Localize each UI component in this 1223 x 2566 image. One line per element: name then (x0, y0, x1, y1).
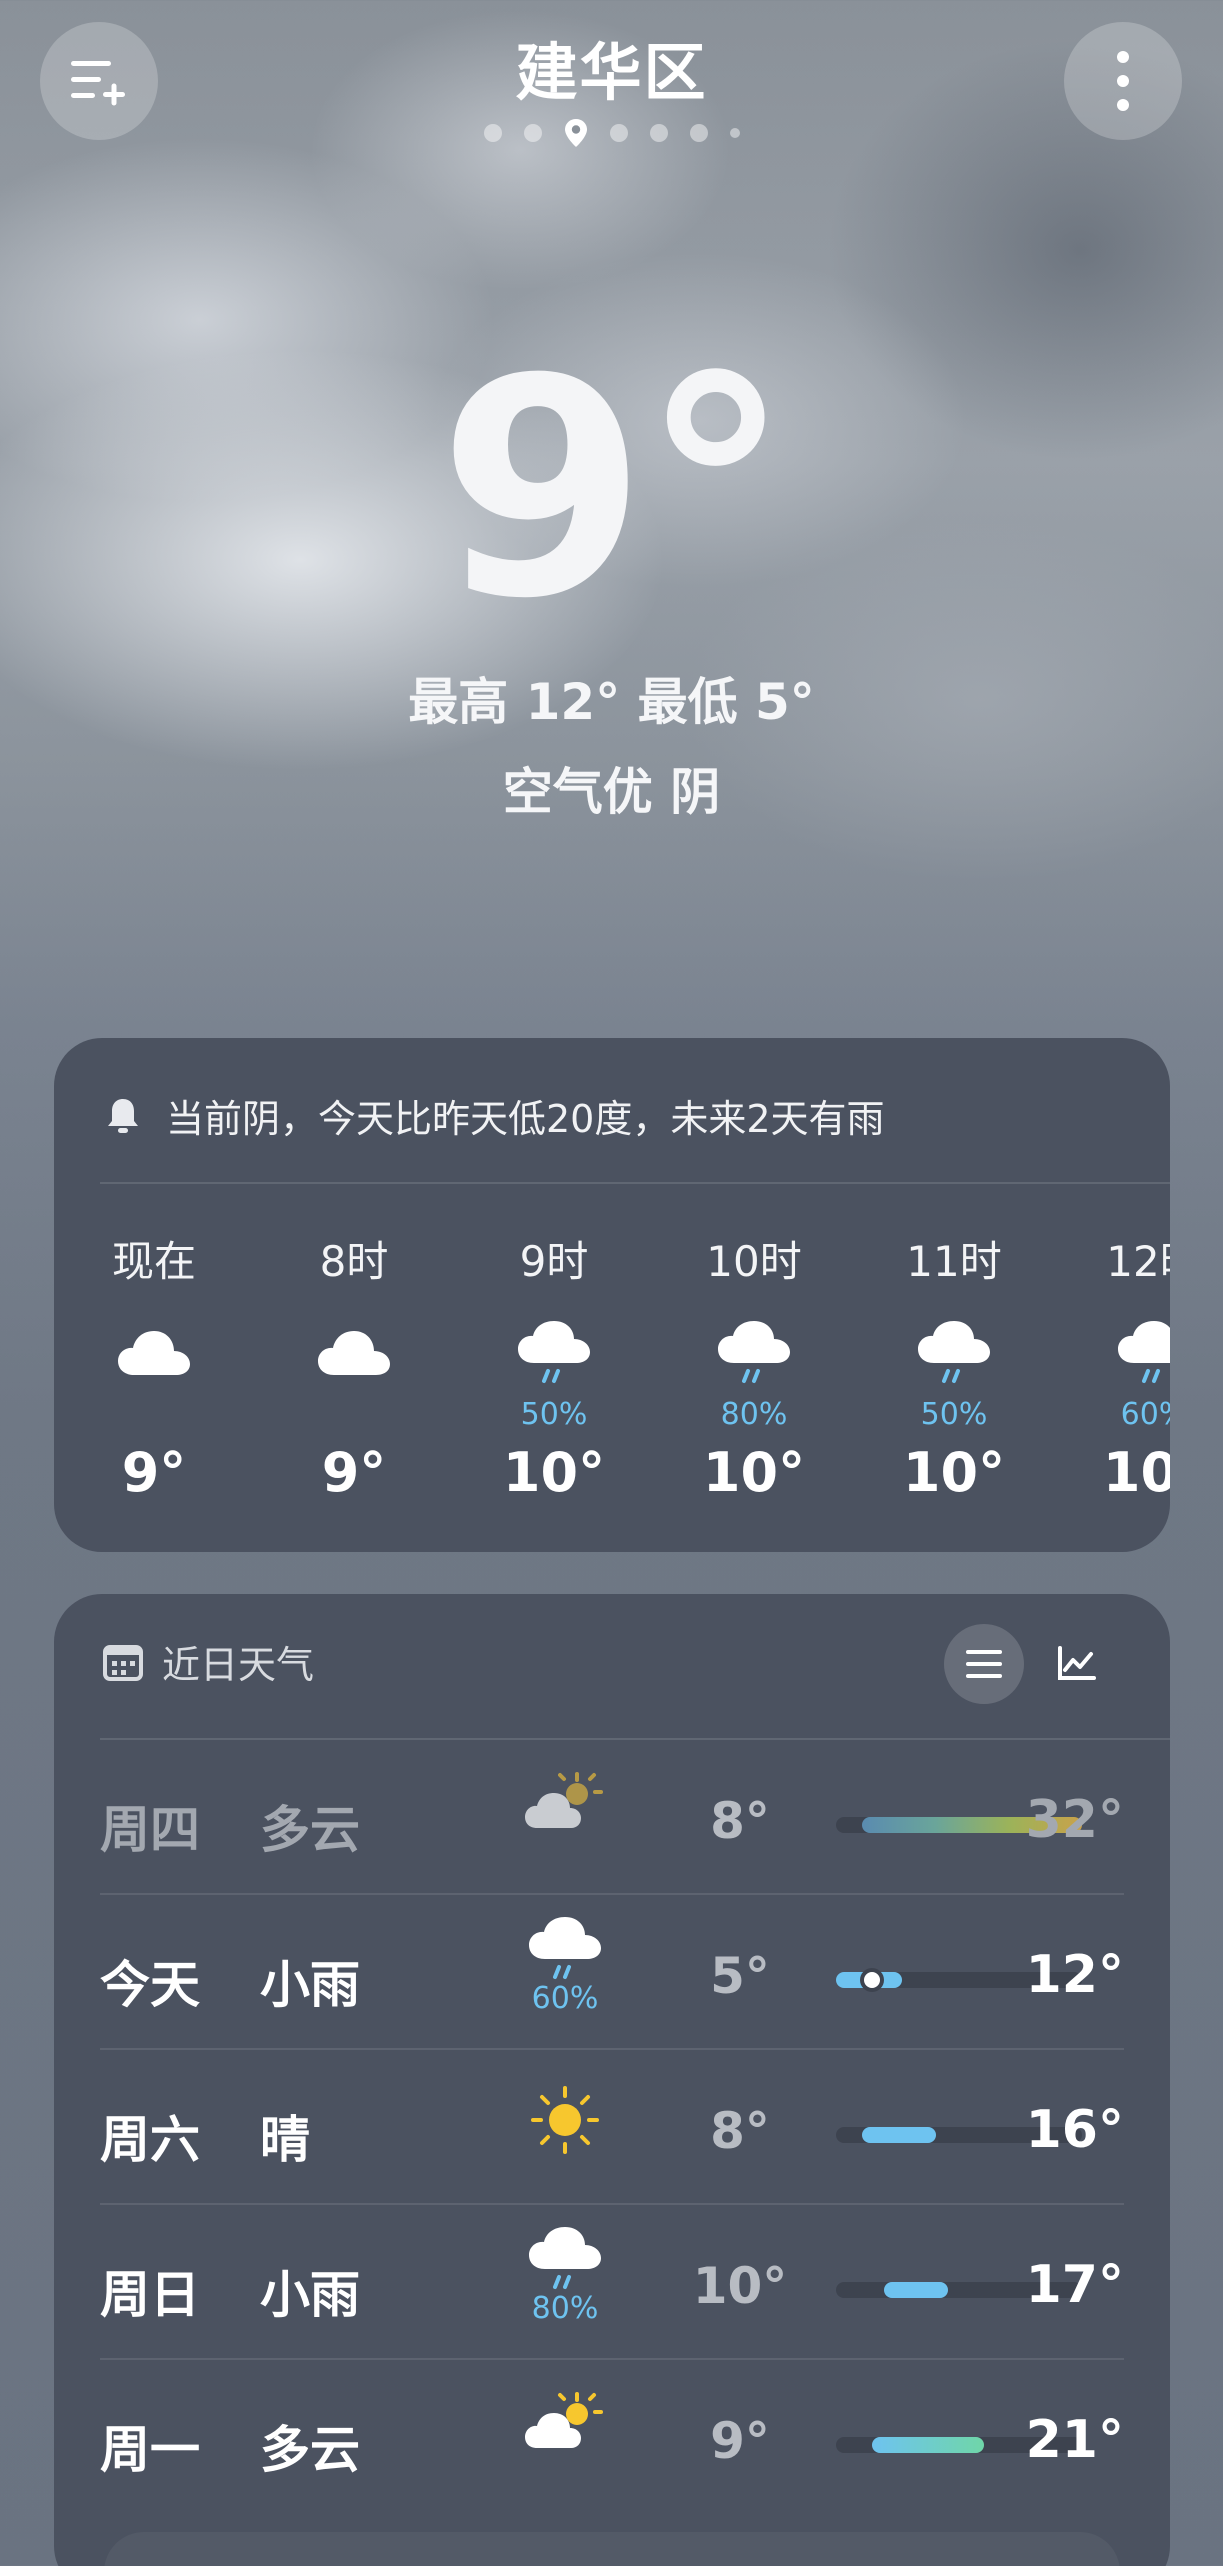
hour-item: 11时 50% 10° (854, 1228, 1054, 1504)
temp-range-fill (872, 2437, 984, 2453)
hour-item: 现在 9° (54, 1228, 254, 1504)
location-pin-icon (564, 119, 587, 147)
hour-item: 10时 80% 10° (654, 1228, 854, 1504)
current-temp-marker (864, 1972, 880, 1988)
high-low-temperature: 最高 12° 最低 5° (408, 673, 815, 731)
page-dot (689, 124, 708, 142)
rain-icon (918, 1321, 990, 1383)
hour-temp: 9° (321, 1441, 387, 1504)
hour-temp: 9° (121, 1441, 187, 1504)
partly-cloudy-icon (525, 2392, 603, 2448)
low-temp: 10° (692, 2257, 788, 2315)
city-name: 建华区 (515, 36, 708, 109)
daily-row[interactable]: 周一 多云 9° 21° (100, 2360, 1124, 2515)
alert-text: 当前阴，今天比昨天低20度，未来2天有雨 (166, 1097, 885, 1141)
hour-precip: 50% (520, 1397, 588, 1432)
list-icon (966, 1650, 1002, 1678)
hourly-list[interactable]: 现在 9° 8时 9° 9时 50% 10° 10时 80% 10° 11时 5… (54, 1228, 1170, 1528)
condition-label: 多云 (260, 1801, 360, 1859)
condition-label: 小雨 (260, 1956, 360, 2014)
cloud-icon (318, 1331, 390, 1375)
page-dot (649, 124, 668, 142)
daily-row[interactable]: 今天 小雨 60% 5° 12° (100, 1895, 1124, 2050)
hour-precip: 60% (1120, 1397, 1170, 1432)
weather-alert: 当前阴，今天比昨天低20度，未来2天有雨 (102, 1088, 885, 1143)
high-temp: 21° (1025, 2410, 1124, 2470)
page-dot (609, 124, 628, 142)
hour-temp: 10° (1102, 1441, 1170, 1504)
day-label: 周日 (100, 2266, 200, 2324)
day-label: 今天 (100, 1956, 200, 2014)
day-label: 周六 (100, 2111, 200, 2169)
hour-temp: 10° (702, 1441, 806, 1504)
line-chart-icon (1058, 1646, 1096, 1680)
condition-label: 晴 (260, 2111, 310, 2169)
hour-label: 11时 (906, 1237, 1002, 1286)
temp-range-fill (862, 2127, 936, 2143)
page-indicator (0, 118, 1223, 148)
chart-view-button[interactable] (1036, 1624, 1116, 1704)
day-label: 周四 (100, 1801, 200, 1859)
more-vertical-icon (1117, 51, 1129, 111)
bottom-card-peek (104, 2532, 1120, 2566)
daily-row[interactable]: 周六 晴 8° 16° (100, 2050, 1124, 2205)
hour-label: 现在 (111, 1237, 196, 1286)
sun-icon (531, 2086, 599, 2154)
condition-label: 小雨 (260, 2266, 360, 2324)
hour-item: 12时 60% 10° (1054, 1228, 1170, 1504)
hour-precip: 50% (920, 1397, 988, 1432)
air-quality-condition: 空气优 阴 (502, 763, 721, 821)
cloud-icon (118, 1331, 190, 1375)
more-options-button[interactable] (1064, 22, 1182, 140)
daily-title: 近日天气 (162, 1643, 315, 1687)
bell-icon (108, 1098, 138, 1133)
list-view-button[interactable] (944, 1624, 1024, 1704)
rain-icon (529, 1917, 601, 1979)
rain-icon (529, 2227, 601, 2289)
current-weather: 9° (0, 340, 1223, 640)
temp-range-fill (884, 2282, 948, 2298)
page-dot (523, 124, 542, 142)
top-bar: 建华区 (0, 0, 1223, 160)
page-dot (483, 124, 502, 142)
rain-icon (1118, 1321, 1170, 1383)
low-temp: 8° (710, 2102, 770, 2160)
daily-header: 近日天气 (102, 1634, 314, 1689)
hour-label: 8时 (319, 1237, 389, 1286)
current-temperature: 9° (438, 315, 791, 664)
high-temp: 12° (1025, 1945, 1124, 2005)
rain-icon (718, 1321, 790, 1383)
daily-row[interactable]: 周日 小雨 80% 10° 17° (100, 2205, 1124, 2360)
day-label: 周一 (100, 2421, 200, 2479)
hour-label: 9时 (519, 1237, 589, 1286)
hour-item: 9时 50% 10° (454, 1228, 654, 1504)
condition-label: 多云 (260, 2421, 360, 2479)
hour-label: 10时 (706, 1237, 802, 1286)
page-dot (729, 128, 740, 138)
low-temp: 5° (710, 1947, 770, 2005)
hour-precip (254, 1397, 454, 1433)
precip-chance: 60% (531, 1981, 599, 2016)
rain-icon (518, 1321, 590, 1383)
high-temp: 16° (1025, 2100, 1124, 2160)
precip-chance: 80% (531, 2291, 599, 2326)
divider (100, 1182, 1170, 1184)
hourly-forecast-card[interactable]: 当前阴，今天比昨天低20度，未来2天有雨 现在 9° 8时 9° 9时 50% … (54, 1038, 1170, 1552)
low-temp: 8° (710, 1792, 770, 1850)
high-temp: 32° (1025, 1790, 1124, 1850)
daily-forecast-card: 近日天气 周四 多云 8° 32° 今天 小雨 60% 5° 12° 周六 晴 … (54, 1594, 1170, 2566)
daily-row[interactable]: 周四 多云 8° 32° (100, 1740, 1124, 1895)
calendar-icon (103, 1644, 143, 1681)
hour-temp: 10° (902, 1441, 1006, 1504)
hour-item: 8时 9° (254, 1228, 454, 1504)
hour-precip: 80% (720, 1397, 788, 1432)
high-temp: 17° (1025, 2255, 1124, 2315)
low-temp: 9° (710, 2412, 770, 2470)
hour-precip (54, 1397, 254, 1433)
partly-cloudy-icon (525, 1772, 603, 1828)
hour-label: 12时 (1106, 1237, 1170, 1286)
hour-temp: 10° (502, 1441, 606, 1504)
